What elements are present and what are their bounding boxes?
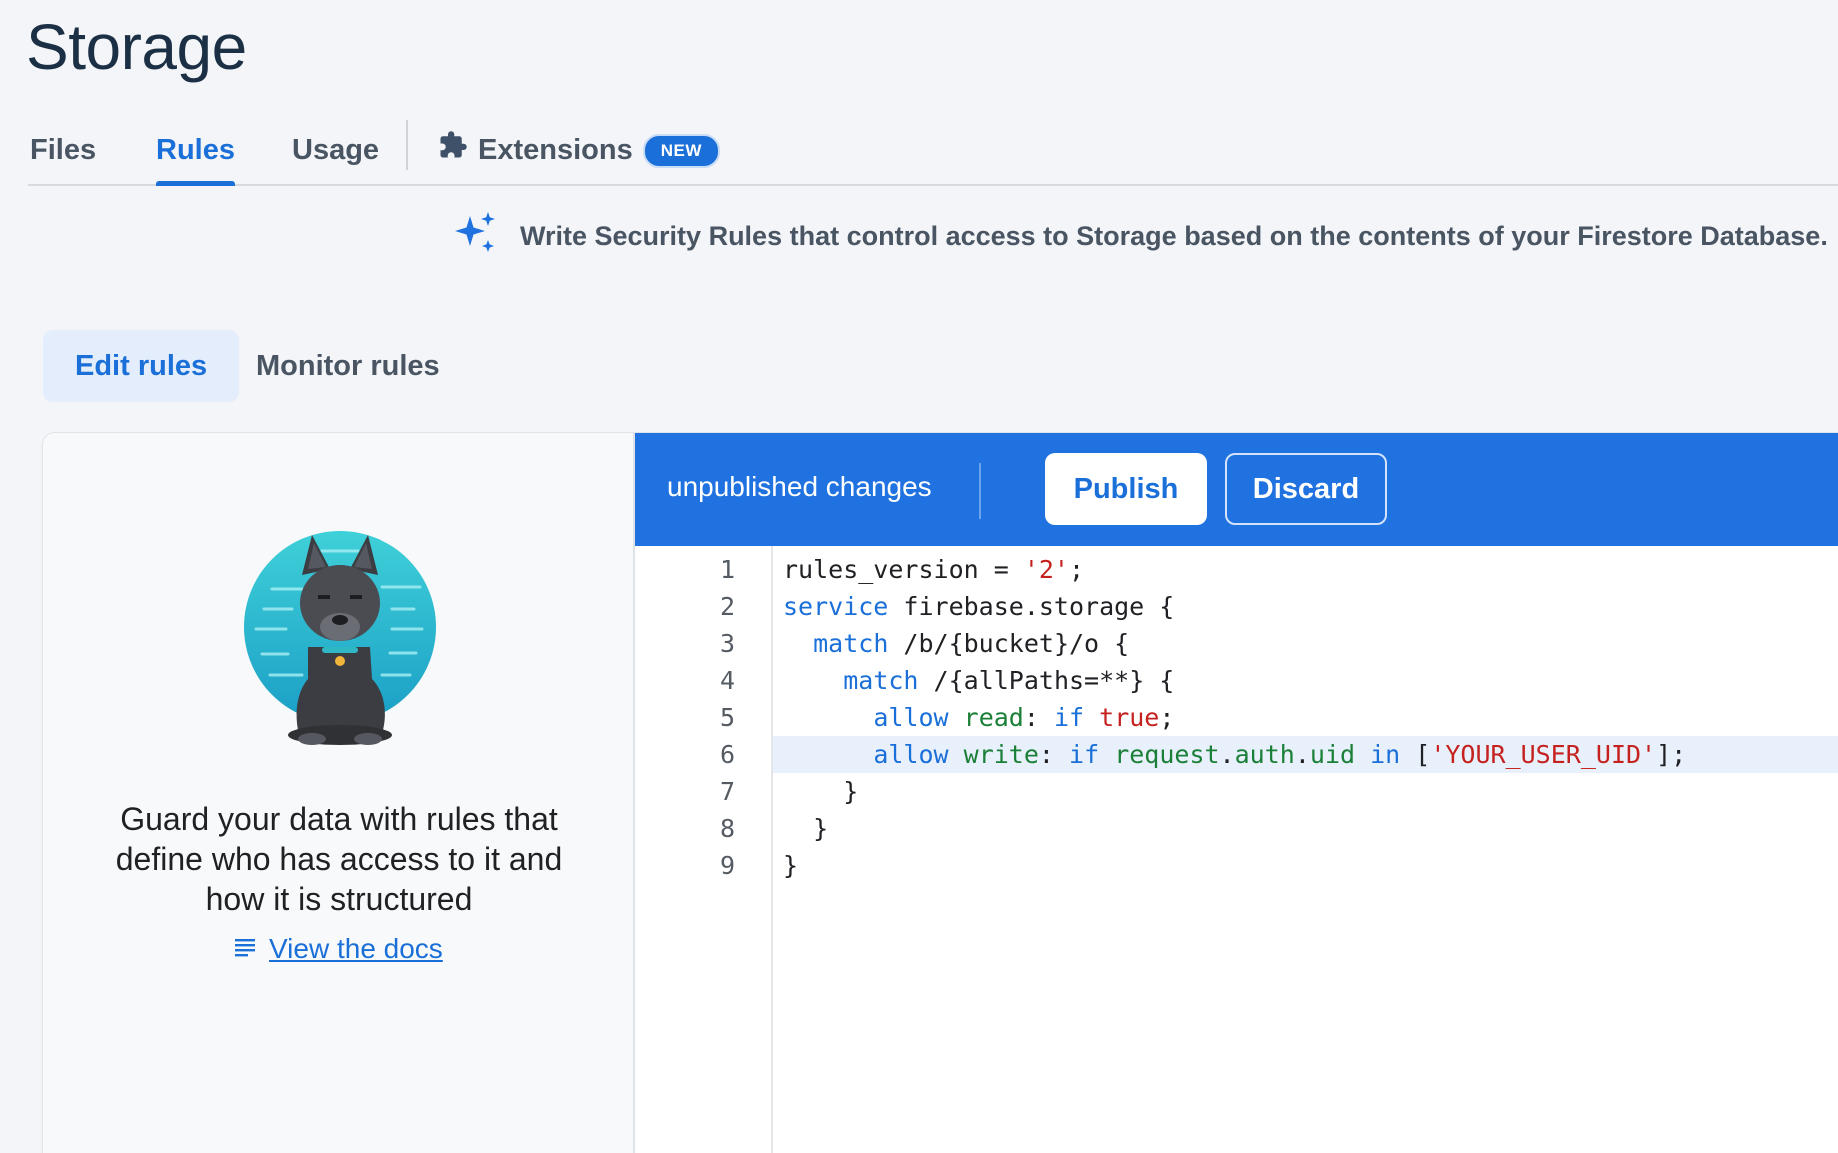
dog-illustration [242,529,438,745]
discard-button[interactable]: Discard [1225,453,1387,525]
subtab-edit-rules[interactable]: Edit rules [43,330,240,402]
code-line[interactable]: } [773,773,1838,810]
rules-code-editor[interactable]: 1 2 3 4 5 6 7 8 9 rules_version = '2'; s… [635,546,1838,1153]
page-title: Storage [26,11,247,83]
publish-button[interactable]: Publish [1045,453,1207,525]
tab-divider [406,120,408,170]
code-line[interactable]: service firebase.storage { [773,588,1838,625]
code-line[interactable]: match /{allPaths=**} { [773,662,1838,699]
code-line[interactable]: rules_version = '2'; [773,551,1838,588]
code-line[interactable]: allow read: if true; [773,699,1838,736]
sparkle-icon [452,210,498,263]
line-number-gutter: 1 2 3 4 5 6 7 8 9 [635,546,773,1153]
tab-extensions[interactable]: Extensions NEW [438,128,720,184]
line-number: 8 [719,814,735,843]
code-line[interactable]: } [773,847,1838,884]
info-banner: Write Security Rules that control access… [452,208,1828,264]
puzzle-icon [438,129,468,173]
toolbar-divider [979,463,981,519]
tab-bar: Files Rules Usage Extensions NEW [28,120,1838,186]
line-number: 1 [719,555,735,584]
line-number: 3 [719,629,735,658]
rules-card: Guard your data with rules that define w… [43,433,1838,1153]
line-number: 7 [719,777,735,806]
line-number: 5 [719,703,735,732]
banner-text: Write Security Rules that control access… [520,220,1828,251]
new-badge: NEW [642,134,720,169]
unpublished-status: unpublished changes [667,471,932,502]
view-docs-label: View the docs [269,933,443,964]
view-docs-link[interactable]: View the docs [233,933,443,965]
line-number: 4 [719,666,735,695]
tab-usage[interactable]: Usage [292,128,379,184]
subtab-monitor-rules[interactable]: Monitor rules [224,330,472,402]
notes-icon [233,933,257,965]
tab-rules[interactable]: Rules [156,128,235,186]
code-line-current[interactable]: allow write: if request.auth.uid in ['YO… [773,736,1838,773]
info-panel: Guard your data with rules that define w… [43,433,635,1153]
line-number: 2 [719,592,735,621]
tab-files[interactable]: Files [30,128,96,184]
code-area[interactable]: rules_version = '2'; service firebase.st… [773,546,1838,1153]
line-number: 6 [719,740,735,769]
code-line[interactable]: match /b/{bucket}/o { [773,625,1838,662]
editor-toolbar: unpublished changes Publish Discard [635,433,1838,546]
guard-description: Guard your data with rules that define w… [115,801,563,917]
tab-extensions-label: Extensions [478,134,633,166]
line-number: 9 [719,851,735,880]
code-line[interactable]: } [773,810,1838,847]
